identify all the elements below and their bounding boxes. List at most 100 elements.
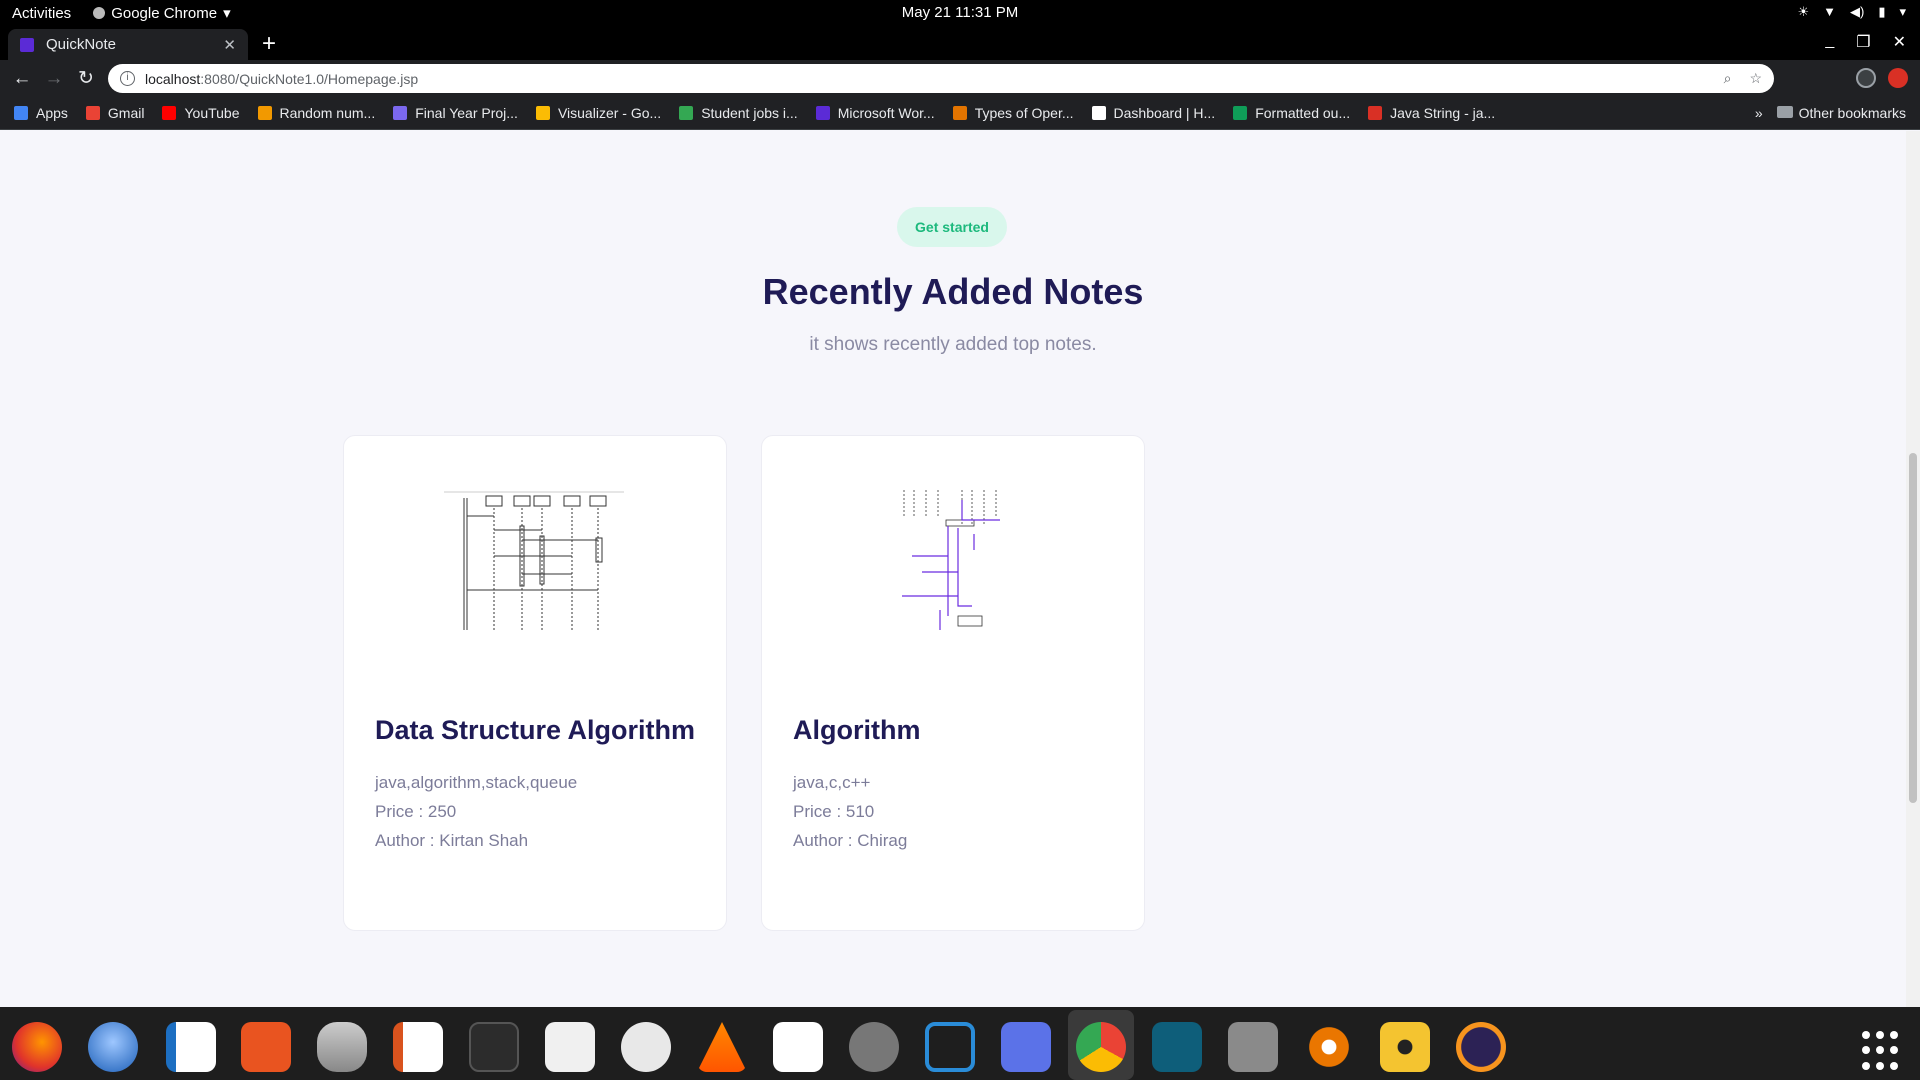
url-host: localhost xyxy=(145,70,201,87)
microsoft-icon xyxy=(679,106,694,120)
battery-icon: ▮ xyxy=(1878,4,1886,19)
back-icon[interactable]: ← xyxy=(6,68,38,90)
image-viewer-icon[interactable] xyxy=(621,1022,671,1072)
bookmark-star-icon[interactable]: ☆ xyxy=(1749,70,1762,87)
gmail-icon xyxy=(85,106,100,120)
bookmark-label: Random num... xyxy=(279,105,376,121)
tab-quicknote[interactable]: QuickNote ✕ xyxy=(8,29,248,60)
note-thumbnail xyxy=(444,491,624,630)
bookmark-label: Final Year Proj... xyxy=(415,105,518,121)
bookmark-item[interactable]: Apps xyxy=(14,105,68,121)
new-tab-button[interactable]: + xyxy=(262,30,276,58)
blender-icon[interactable] xyxy=(1304,1022,1354,1072)
vlc-icon[interactable] xyxy=(697,1022,747,1072)
system-top-bar: Activities Google Chrome ▾ May 21 11:31 … xyxy=(0,0,1920,27)
gimp-icon[interactable] xyxy=(1228,1022,1278,1072)
terminal2-icon[interactable] xyxy=(1152,1022,1202,1072)
other-bookmarks[interactable]: Other bookmarks xyxy=(1776,105,1906,121)
terminal-icon[interactable] xyxy=(469,1022,519,1072)
page-viewport: Get started Recently Added Notes it show… xyxy=(0,131,1906,1007)
quicknote-favicon-icon xyxy=(20,37,34,52)
note-thumbnail xyxy=(902,490,1000,630)
bookmark-item[interactable]: Formatted ou... xyxy=(1233,105,1350,121)
settings-icon[interactable] xyxy=(849,1022,899,1072)
files-icon[interactable] xyxy=(545,1022,595,1072)
thunderbird-icon[interactable] xyxy=(88,1022,138,1072)
bookmark-item[interactable]: Student jobs i... xyxy=(679,105,798,121)
bookmark-label: Formatted ou... xyxy=(1255,105,1351,121)
page-scrollbar[interactable] xyxy=(1906,131,1920,1007)
writer-icon[interactable] xyxy=(166,1022,216,1072)
note-price: Price : 250 xyxy=(375,802,457,821)
tab-title: QuickNote xyxy=(46,36,117,53)
eclipse-icon[interactable] xyxy=(1456,1022,1506,1072)
note-card[interactable]: Data Structure Algorithm java,algorithm,… xyxy=(343,435,727,931)
other-bookmarks-label: Other bookmarks xyxy=(1798,105,1906,121)
impress-icon[interactable] xyxy=(393,1022,443,1072)
browser-toolbar: ← → ↻ i localhost:8080/QuickNote1.0/Home… xyxy=(0,60,1920,97)
bookmark-label: Student jobs i... xyxy=(701,105,798,121)
text-editor-icon[interactable] xyxy=(773,1022,823,1072)
note-card[interactable]: Algorithm java,c,c++ Price : 510 Author … xyxy=(761,435,1145,931)
minimize-icon[interactable]: _ xyxy=(1825,32,1834,52)
vscode-icon[interactable] xyxy=(925,1022,975,1072)
bookmark-item[interactable]: Final Year Proj... xyxy=(393,105,518,121)
clock[interactable]: May 21 11:31 PM xyxy=(0,4,1920,21)
dock xyxy=(0,1007,1920,1080)
extension-icon[interactable] xyxy=(1856,68,1876,88)
system-tray[interactable]: ☀ ▼ ◀) ▮ ▾ xyxy=(1797,4,1906,20)
folder-icon xyxy=(1776,106,1793,118)
note-title[interactable]: Data Structure Algorithm xyxy=(375,715,695,746)
url-path: :8080/QuickNote1.0/Homepage.jsp xyxy=(200,70,419,87)
wifi-icon: ▼ xyxy=(1823,4,1836,19)
apps-grid-icon xyxy=(14,106,28,120)
bookmark-item[interactable]: Dashboard | H... xyxy=(1091,105,1216,121)
window-controls: _ ❐ ✕ xyxy=(1825,32,1906,52)
note-tags: java,algorithm,stack,queue xyxy=(375,773,578,792)
address-bar[interactable]: i localhost:8080/QuickNote1.0/Homepage.j… xyxy=(108,64,1774,93)
hackerrank-icon xyxy=(1091,106,1106,120)
chrome-icon[interactable] xyxy=(1076,1022,1126,1072)
power-menu-icon: ▾ xyxy=(1899,4,1906,19)
close-tab-icon[interactable]: ✕ xyxy=(223,36,236,54)
zoom-icon[interactable]: ⌕ xyxy=(1724,70,1732,87)
scrollbar-thumb[interactable] xyxy=(1909,453,1917,803)
formatter-icon xyxy=(1233,106,1248,120)
firefox-icon[interactable] xyxy=(12,1022,62,1072)
database-icon[interactable] xyxy=(317,1022,367,1072)
bookmark-label: Gmail xyxy=(107,105,145,121)
bookmark-item[interactable]: Java String - ja... xyxy=(1368,105,1495,121)
bookmarks-bar: Apps Gmail YouTube Random num... Final Y… xyxy=(0,97,1920,130)
bookmark-item[interactable]: Microsoft Wor... xyxy=(815,105,935,121)
note-title[interactable]: Algorithm xyxy=(793,715,921,746)
bookmark-item[interactable]: Random num... xyxy=(257,105,376,121)
bookmark-label: YouTube xyxy=(184,105,240,121)
section-subheading: it shows recently added top notes. xyxy=(809,334,1097,355)
bookmark-item[interactable]: Types of Oper... xyxy=(952,105,1074,121)
note-author: Author : Chirag xyxy=(793,831,908,850)
section-heading: Recently Added Notes xyxy=(762,271,1144,312)
bookmark-item[interactable]: YouTube xyxy=(162,105,240,121)
bookmark-item[interactable]: Visualizer - Go... xyxy=(535,105,662,121)
get-started-badge: Get started xyxy=(897,207,1007,247)
screenshot-icon[interactable] xyxy=(1001,1022,1051,1072)
bookmark-label: Dashboard | H... xyxy=(1113,105,1216,121)
tutorial-icon xyxy=(952,106,967,120)
restore-icon[interactable]: ❐ xyxy=(1856,32,1870,52)
bookmark-label: Visualizer - Go... xyxy=(557,105,662,121)
show-applications-icon[interactable] xyxy=(1862,1031,1902,1071)
rhythmbox-icon[interactable] xyxy=(1380,1022,1430,1072)
forward-icon[interactable]: → xyxy=(38,68,70,90)
software-icon[interactable] xyxy=(241,1022,291,1072)
site-info-icon[interactable]: i xyxy=(120,71,135,86)
note-price: Price : 510 xyxy=(793,802,875,821)
close-window-icon[interactable]: ✕ xyxy=(1893,32,1906,52)
bookmarks-overflow-button[interactable]: » xyxy=(1755,105,1763,121)
reload-icon[interactable]: ↻ xyxy=(70,67,102,90)
brightness-icon: ☀ xyxy=(1797,4,1810,19)
bookmark-label: Microsoft Wor... xyxy=(837,105,935,121)
bookmark-label: Types of Oper... xyxy=(974,105,1074,121)
bookmark-label: Apps xyxy=(36,105,68,121)
bookmark-item[interactable]: Gmail xyxy=(85,105,145,121)
extension-red-icon[interactable] xyxy=(1888,68,1908,88)
